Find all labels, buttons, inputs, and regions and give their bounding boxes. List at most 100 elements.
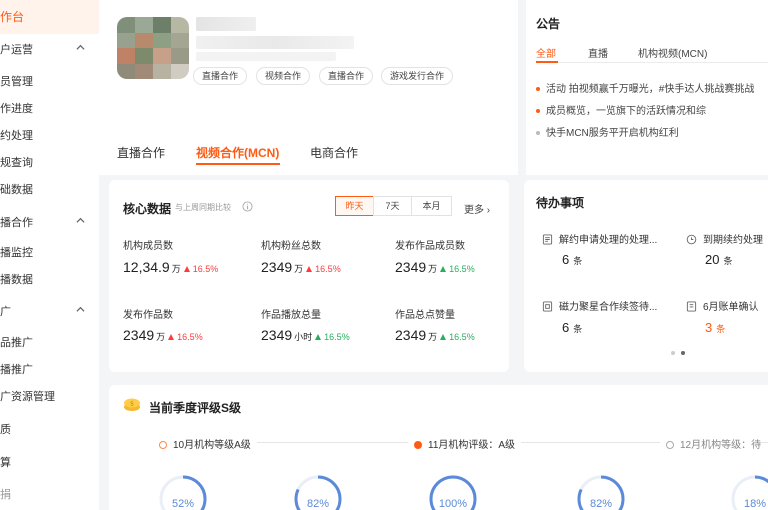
sidebar-item-promo-resources[interactable]: 广资源管理 (0, 387, 99, 407)
sidebar-item-contract[interactable]: 约处理 (0, 126, 99, 146)
metric-label: 作品总点赞量 (395, 310, 455, 321)
sidebar-item-quality[interactable]: 质 (0, 420, 99, 440)
todo-number: 6 (562, 252, 570, 267)
todo-label: 磁力聚星合作续签待... (559, 302, 658, 313)
tab-video-coop[interactable]: 视频合作(MCN) (196, 144, 279, 161)
avatar[interactable] (117, 17, 189, 79)
metric-unit: 万 (294, 264, 304, 274)
timeline-node: 11月机构评级：A级 (408, 436, 522, 451)
timeline-label: 12月机构等级：待 (680, 440, 762, 451)
sidebar-item-label: 播数据 (0, 274, 33, 286)
tab-ecommerce-coop[interactable]: 电商合作 (310, 144, 358, 161)
sidebar-item-workbench[interactable]: 作台 (0, 0, 99, 34)
sidebar-group-promotion[interactable]: 广 (0, 302, 99, 322)
sidebar-item-base-data[interactable]: 础数据 (0, 180, 99, 200)
announcement-tab-all[interactable]: 全部 (536, 45, 556, 60)
sidebar: 作台 户运营 员管理 作进度 约处理 规查询 础数据 播合作 播监控 播数据 广… (0, 0, 99, 510)
metric-number: 2349 (395, 327, 427, 343)
sidebar-item-product-promo[interactable]: 品推广 (0, 333, 99, 353)
todo-item[interactable]: 到期续约处理 (686, 231, 763, 246)
trend-up-icon (440, 334, 447, 340)
gauge-label: 18% (743, 498, 767, 510)
todo-count: 20 条 (705, 252, 732, 267)
core-data-title: 核心数据 (123, 202, 172, 216)
todo-unit: 条 (573, 256, 583, 266)
trend-up-icon (168, 334, 175, 340)
metric-value: 2349 万 16.5% (123, 327, 203, 343)
info-icon[interactable] (242, 201, 253, 212)
rating-title: 当前季度评级S级 (149, 401, 242, 415)
chevron-up-icon (76, 302, 85, 322)
todo-label: 到期续约处理 (703, 235, 763, 246)
metric-change: 16.5% (192, 264, 219, 274)
bullet-icon (536, 131, 540, 136)
timeline-node: 12月机构等级：待 (660, 436, 762, 451)
sidebar-item-rules[interactable]: 规查询 (0, 153, 99, 173)
sidebar-item-label: 捐 (0, 489, 11, 501)
tag-chip: 视频合作 (256, 67, 311, 85)
bullet-icon (536, 109, 540, 114)
tab-live-coop[interactable]: 直播合作 (117, 144, 165, 161)
sidebar-item-member-mgmt[interactable]: 员管理 (0, 72, 99, 92)
active-tab-indicator (196, 163, 280, 165)
todo-count: 3条 (705, 320, 725, 335)
sidebar-item-donate[interactable]: 捐 (0, 485, 99, 505)
announcement-text: 活动 拍视频赢千万曝光，#快手达人挑战赛挑战 (546, 84, 755, 95)
sidebar-item-label: 品推广 (0, 337, 33, 349)
svg-text:$: $ (130, 401, 134, 408)
pager-dot[interactable] (671, 351, 675, 355)
timeline-dot-icon (414, 441, 422, 449)
announcement-title: 公告 (536, 17, 561, 31)
sidebar-group-user-ops[interactable]: 户运营 (0, 40, 99, 60)
sidebar-item-label: 础数据 (0, 184, 33, 196)
todo-item[interactable]: 6月账单确认 (686, 298, 759, 313)
todo-number: 3 (705, 320, 713, 335)
gauge-label: 82% (306, 498, 330, 510)
sidebar-item-label: 播合作 (0, 217, 33, 229)
sidebar-item-label: 播监控 (0, 247, 33, 259)
sidebar-item-live-promo[interactable]: 播推广 (0, 360, 99, 380)
announcement-item[interactable]: 快手MCN服务平开启机构红利 (536, 124, 679, 139)
sidebar-group-live[interactable]: 播合作 (0, 213, 99, 233)
metric-change: 16.5% (177, 332, 203, 342)
period-7days-button[interactable]: 7天 (373, 196, 412, 216)
todo-number: 6 (562, 320, 570, 335)
trend-up-icon (183, 266, 190, 272)
sidebar-item-label: 员管理 (0, 76, 33, 88)
todo-number: 20 (705, 252, 720, 267)
timeline-dot-icon (666, 441, 674, 449)
account-info-blurred (196, 52, 336, 61)
period-yesterday-button[interactable]: 昨天 (335, 196, 374, 216)
tag-chip: 直播合作 (193, 67, 248, 85)
period-month-button[interactable]: 本月 (411, 196, 452, 216)
rating-card: $ 当前季度评级S级 10月机构等级A级 11月机构评级：A级 12月机构等级：… (109, 385, 768, 510)
metric-label: 作品播放总量 (261, 310, 321, 321)
timeline-dot-icon (159, 441, 167, 449)
announcement-tab-live[interactable]: 直播 (588, 45, 608, 60)
trend-up-icon (440, 266, 447, 272)
sidebar-item-live-data[interactable]: 播数据 (0, 270, 99, 290)
document-icon (542, 234, 553, 245)
todo-item[interactable]: 磁力聚星合作续签待... (542, 298, 657, 313)
more-label: 更多 (464, 205, 484, 216)
sidebar-item-settlement[interactable]: 算 (0, 453, 99, 473)
sidebar-item-label: 约处理 (0, 130, 33, 142)
metric-value: 2349 万 16.5% (395, 259, 475, 275)
metric-change: 16.5% (315, 264, 341, 274)
todo-item[interactable]: 解约申请处理的处理... (542, 231, 657, 246)
announcement-item[interactable]: 活动 拍视频赢千万曝光，#快手达人挑战赛挑战 (536, 80, 754, 95)
todo-unit: 条 (716, 324, 726, 334)
pager-dot-active[interactable] (681, 351, 685, 355)
sidebar-item-live-monitor[interactable]: 播监控 (0, 243, 99, 263)
chevron-up-icon (76, 213, 85, 233)
more-link[interactable]: 更多 › (464, 201, 490, 216)
announcement-item[interactable]: 成员概览，一览旗下的活跃情况和综 (536, 102, 706, 117)
announcement-tab-mcn[interactable]: 机构视频(MCN) (638, 45, 707, 60)
sidebar-item-label: 规查询 (0, 157, 33, 169)
trend-up-icon (306, 266, 313, 272)
metric-number: 12,34.9 (123, 259, 170, 275)
sidebar-item-progress[interactable]: 作进度 (0, 99, 99, 119)
metric-unit: 小时 (294, 332, 313, 342)
chevron-right-icon: › (486, 205, 491, 216)
metric-label: 发布作品数 (123, 310, 173, 321)
